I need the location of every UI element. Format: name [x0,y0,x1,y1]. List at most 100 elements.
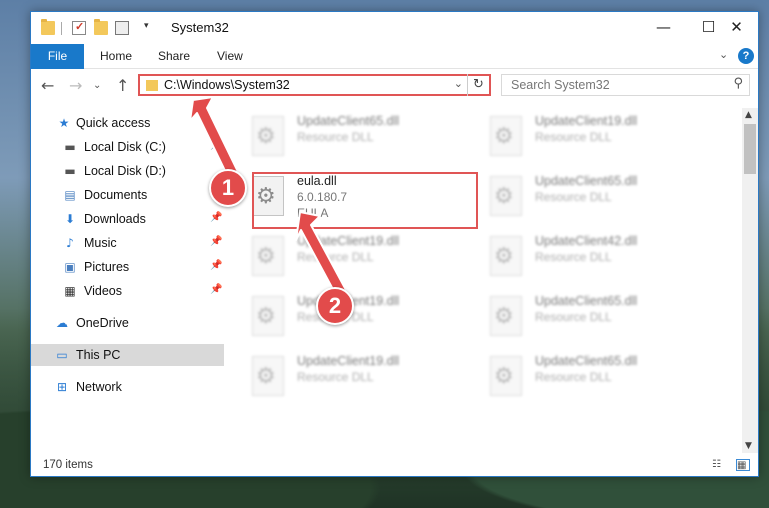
close-button[interactable]: ✕ [714,12,759,42]
customize-toolbar-icon[interactable] [115,21,129,35]
pin-icon[interactable]: 📌 [210,260,222,271]
scroll-up-icon[interactable]: ▲ [745,110,752,120]
tab-file[interactable]: File [31,44,84,69]
file-name: UpdateClient42.dll [535,234,638,248]
navigation-bar: ← → ⌄ ↑ C:\Windows\System32 ⌄ ↻ Search S… [31,70,758,102]
drive-icon: ▬ [64,164,76,178]
dll-file-icon [252,296,284,336]
file-explorer-window: ▾ System32 — ☐ ✕ File Home Share View ⌄ … [30,11,759,477]
tab-home[interactable]: Home [100,44,132,69]
ribbon: File Home Share View ⌄ ? [31,44,758,69]
dll-file-icon [490,356,522,396]
up-button[interactable]: ↑ [116,76,129,95]
sidebar-item-label: Quick access [76,116,151,130]
dll-file-icon [252,116,284,156]
file-name: UpdateClient65.dll [535,174,638,188]
help-icon[interactable]: ? [738,48,754,64]
file-description: Resource DLL [297,130,374,144]
file-item[interactable]: UpdateClient19.dll Resource DLL [228,228,458,282]
sidebar-item-videos[interactable]: ▦ Videos 📌 [31,280,226,302]
sidebar-item-label: Local Disk (C:) [84,140,166,154]
sidebar-item-pictures[interactable]: ▣ Pictures 📌 [31,256,226,278]
address-bar[interactable]: C:\Windows\System32 ⌄ ↻ [138,74,491,96]
file-name: UpdateClient65.dll [535,294,638,308]
search-box[interactable]: Search System32 ⚲ [501,74,750,96]
back-button[interactable]: ← [41,76,54,95]
scroll-down-icon[interactable]: ▼ [745,441,752,451]
file-name: UpdateClient19.dll [535,114,638,128]
file-description: Resource DLL [535,190,612,204]
window-title: System32 [171,20,229,35]
details-view-icon[interactable]: ☷ [712,459,726,471]
download-arrow-icon: ⬇ [64,212,76,226]
navigation-pane: ★ Quick access ▬ Local Disk (C:) 📌 ▬ Loc… [31,108,226,448]
sidebar-item-local-disk-c[interactable]: ▬ Local Disk (C:) 📌 [31,136,226,158]
file-item[interactable]: UpdateClient65.dll Resource DLL [466,168,696,222]
tab-view[interactable]: View [217,44,243,69]
dll-file-icon [490,116,522,156]
file-item[interactable]: UpdateClient19.dll Resource DLL [466,108,696,162]
dll-file-icon [252,356,284,396]
star-icon: ★ [58,116,70,130]
sidebar-item-label: Network [76,380,122,394]
sidebar-item-label: Videos [84,284,122,298]
file-item[interactable]: UpdateClient65.dll Resource DLL [228,108,458,162]
file-item[interactable]: UpdateClient65.dll Resource DLL [466,348,696,402]
sidebar-item-music[interactable]: ♪ Music 📌 [31,232,226,254]
sidebar-item-label: This PC [76,348,121,362]
sidebar-item-network[interactable]: ⊞ Network [31,376,226,398]
pin-icon[interactable]: 📌 [210,284,222,295]
file-item[interactable]: UpdateClient42.dll Resource DLL [466,228,696,282]
minimize-button[interactable]: — [641,12,686,42]
folder-icon [146,80,158,91]
sidebar-item-quick-access[interactable]: ★ Quick access [31,112,226,134]
file-name: UpdateClient19.dll [297,234,400,248]
step-1-badge: 1 [209,169,247,207]
sidebar-item-documents[interactable]: ▤ Documents [31,184,226,206]
search-icon[interactable]: ⚲ [733,76,743,91]
sidebar-item-downloads[interactable]: ⬇ Downloads 📌 [31,208,226,230]
quick-access-dropdown-icon[interactable]: ▾ [144,20,149,31]
address-dropdown-icon[interactable]: ⌄ [454,77,463,90]
file-description: Resource DLL [535,250,612,264]
sidebar-item-onedrive[interactable]: ☁ OneDrive [31,312,226,334]
file-list: UpdateClient65.dll Resource DLL UpdateCl… [228,108,742,451]
scroll-thumb[interactable] [744,124,756,174]
dll-file-icon [252,236,284,276]
file-name: UpdateClient19.dll [297,354,400,368]
file-description: Resource DLL [297,250,374,264]
sidebar-item-this-pc[interactable]: ▭ This PC [31,344,224,366]
film-icon: ▦ [64,284,76,298]
file-description: Resource DLL [535,130,612,144]
recent-locations-button[interactable]: ⌄ [93,80,101,91]
forward-button[interactable]: → [69,76,82,95]
folder-icon [41,19,55,35]
tab-share[interactable]: Share [158,44,190,69]
file-name: UpdateClient65.dll [297,114,400,128]
dll-file-icon [490,176,522,216]
file-item[interactable]: UpdateClient65.dll Resource DLL [466,288,696,342]
expand-ribbon-icon[interactable]: ⌄ [719,48,728,61]
quick-access-separator [61,22,62,35]
vertical-scrollbar[interactable]: ▲ ▼ [742,108,758,453]
file-item[interactable]: UpdateClient19.dll Resource DLL [228,348,458,402]
pictures-icon: ▣ [64,260,76,274]
drive-icon: ▬ [64,140,76,154]
file-name: UpdateClient65.dll [535,354,638,368]
sidebar-item-local-disk-d[interactable]: ▬ Local Disk (D:) [31,160,226,182]
monitor-icon: ▭ [56,348,68,362]
pin-icon[interactable]: 📌 [210,236,222,247]
large-icons-view-icon[interactable]: ▦ [736,459,750,471]
file-description: Resource DLL [535,370,612,384]
pin-icon[interactable]: 📌 [210,212,222,223]
music-note-icon: ♪ [66,236,74,250]
refresh-button[interactable]: ↻ [467,74,489,96]
address-path[interactable]: C:\Windows\System32 [164,78,290,92]
sidebar-item-label: Pictures [84,260,130,274]
properties-icon[interactable] [72,20,86,35]
sidebar-item-label: OneDrive [76,316,129,330]
title-bar: ▾ System32 — ☐ ✕ [31,12,758,44]
pin-icon[interactable]: 📌 [210,140,222,151]
new-folder-icon[interactable] [94,19,108,35]
search-input[interactable]: Search System32 [511,78,610,92]
